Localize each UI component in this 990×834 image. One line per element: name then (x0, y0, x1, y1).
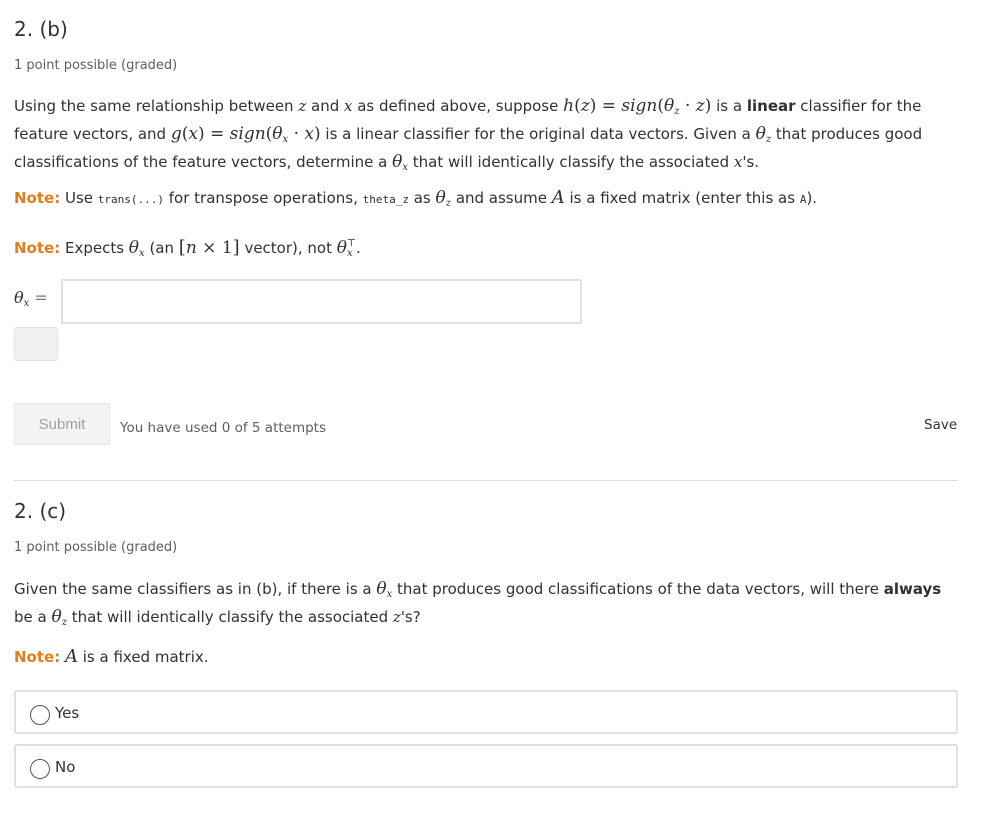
choice-yes-label[interactable]: Yes (55, 704, 79, 722)
radio-no[interactable] (30, 759, 50, 779)
problem-b-statement: Using the same relationship between z an… (14, 96, 923, 173)
choice-no-label[interactable]: No (55, 758, 75, 776)
choice-yes[interactable]: Yes (14, 690, 958, 734)
section-divider (14, 480, 958, 481)
problem-c-note: Note: A is a fixed matrix. (14, 646, 209, 667)
save-button[interactable]: Save (924, 417, 957, 433)
attempts-counter: You have used 0 of 5 attempts (120, 420, 327, 436)
theta-x-answer-input[interactable] (61, 279, 582, 324)
theta-x-input-label: θx = (14, 288, 48, 309)
problem-c-title: 2. (c) (14, 499, 67, 523)
math-preview-box (14, 327, 58, 361)
problem-b-note-transpose: Note: Use trans(...) for transpose opera… (14, 187, 818, 209)
submit-button[interactable]: Submit (14, 403, 110, 445)
choice-no[interactable]: No (14, 744, 958, 788)
radio-yes[interactable] (30, 705, 50, 725)
problem-b-note-vector: Note: Expects θx (an [n × 1] vector), no… (14, 237, 361, 259)
problem-b-title: 2. (b) (14, 17, 68, 41)
problem-c-points: 1 point possible (graded) (14, 540, 178, 555)
problem-b-points: 1 point possible (graded) (14, 58, 178, 73)
problem-c-statement: Given the same classifiers as in (b), if… (14, 579, 942, 628)
